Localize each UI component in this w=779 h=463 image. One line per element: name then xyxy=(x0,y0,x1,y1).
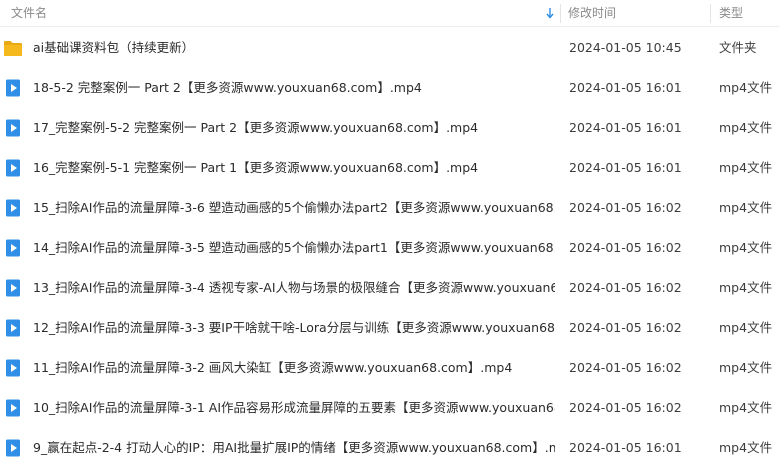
file-type: mp4文件 xyxy=(719,160,773,175)
file-row[interactable]: 13_扫除AI作品的流量屏障-3-4 透视专家-AI人物与场景的极限缝合【更多资… xyxy=(0,268,779,308)
file-date: 2024-01-05 16:02 xyxy=(569,320,682,335)
file-date: 2024-01-05 16:02 xyxy=(569,200,682,215)
play-file-icon xyxy=(6,119,20,137)
file-type: mp4文件 xyxy=(719,280,773,295)
column-separator[interactable] xyxy=(710,4,711,23)
play-file-icon xyxy=(6,199,20,217)
file-type: mp4文件 xyxy=(719,240,773,255)
file-type: mp4文件 xyxy=(719,360,773,375)
file-type: mp4文件 xyxy=(719,400,773,415)
file-type: mp4文件 xyxy=(719,120,773,135)
play-file-icon xyxy=(6,279,20,297)
play-file-icon xyxy=(6,359,20,377)
column-header: 文件名 修改时间 类型 xyxy=(0,0,779,27)
file-name: ai基础课资料包（持续更新） xyxy=(33,40,195,55)
file-date: 2024-01-05 16:01 xyxy=(569,120,682,135)
sort-descending-icon[interactable] xyxy=(546,7,554,19)
column-header-type[interactable]: 类型 xyxy=(719,0,779,26)
file-row[interactable]: 17_完整案例-5-2 完整案例一 Part 2【更多资源www.youxuan… xyxy=(0,108,779,148)
file-name: 13_扫除AI作品的流量屏障-3-4 透视专家-AI人物与场景的极限缝合【更多资… xyxy=(33,280,555,295)
file-row[interactable]: ai基础课资料包（持续更新） 2024-01-05 10:45 文件夹 xyxy=(0,28,779,68)
play-file-icon xyxy=(6,79,20,97)
file-date: 2024-01-05 16:01 xyxy=(569,80,682,95)
file-row[interactable]: 10_扫除AI作品的流量屏障-3-1 AI作品容易形成流量屏障的五要素【更多资源… xyxy=(0,388,779,428)
file-name: 10_扫除AI作品的流量屏障-3-1 AI作品容易形成流量屏障的五要素【更多资源… xyxy=(33,400,555,415)
file-row[interactable]: 16_完整案例-5-1 完整案例一 Part 1【更多资源www.youxuan… xyxy=(0,148,779,188)
file-row[interactable]: 14_扫除AI作品的流量屏障-3-5 塑造动画感的5个偷懒办法part1【更多资… xyxy=(0,228,779,268)
file-list: 文件名 修改时间 类型 ai基础课资料包（持续更新） 2024-01-05 10:… xyxy=(0,0,779,463)
file-type: mp4文件 xyxy=(719,80,773,95)
file-name: 9_赢在起点-2-4 打动人心的IP：用AI批量扩展IP的情绪【更多资源www.… xyxy=(33,440,555,455)
file-name: 17_完整案例-5-2 完整案例一 Part 2【更多资源www.youxuan… xyxy=(33,120,479,135)
file-date: 2024-01-05 16:01 xyxy=(569,160,682,175)
play-file-icon xyxy=(6,159,20,177)
file-date: 2024-01-05 16:02 xyxy=(569,240,682,255)
file-name: 12_扫除AI作品的流量屏障-3-3 要IP干啥就干啥-Lora分层与训练【更多… xyxy=(33,320,555,335)
column-header-date[interactable]: 修改时间 xyxy=(568,0,708,26)
file-name: 14_扫除AI作品的流量屏障-3-5 塑造动画感的5个偷懒办法part1【更多资… xyxy=(33,240,555,255)
file-date: 2024-01-05 10:45 xyxy=(569,40,682,55)
file-type: 文件夹 xyxy=(719,40,757,55)
file-date: 2024-01-05 16:02 xyxy=(569,280,682,295)
file-rows: ai基础课资料包（持续更新） 2024-01-05 10:45 文件夹 18-5-2 … xyxy=(0,28,779,463)
file-row[interactable]: 15_扫除AI作品的流量屏障-3-6 塑造动画感的5个偷懒办法part2【更多资… xyxy=(0,188,779,228)
file-date: 2024-01-05 16:02 xyxy=(569,400,682,415)
file-date: 2024-01-05 16:02 xyxy=(569,360,682,375)
folder-icon xyxy=(4,41,22,56)
column-header-name[interactable]: 文件名 xyxy=(11,0,559,26)
file-row[interactable]: 11_扫除AI作品的流量屏障-3-2 画风大染缸【更多资源www.youxuan… xyxy=(0,348,779,388)
file-name: 11_扫除AI作品的流量屏障-3-2 画风大染缸【更多资源www.youxuan… xyxy=(33,360,513,375)
file-name: 15_扫除AI作品的流量屏障-3-6 塑造动画感的5个偷懒办法part2【更多资… xyxy=(33,200,555,215)
file-name: 16_完整案例-5-1 完整案例一 Part 1【更多资源www.youxuan… xyxy=(33,160,479,175)
file-type: mp4文件 xyxy=(719,200,773,215)
file-row[interactable]: 18-5-2 完整案例一 Part 2【更多资源www.youxuan68.co… xyxy=(0,68,779,108)
file-row[interactable]: 12_扫除AI作品的流量屏障-3-3 要IP干啥就干啥-Lora分层与训练【更多… xyxy=(0,308,779,348)
file-date: 2024-01-05 16:01 xyxy=(569,440,682,455)
file-row[interactable]: 9_赢在起点-2-4 打动人心的IP：用AI批量扩展IP的情绪【更多资源www.… xyxy=(0,428,779,463)
play-file-icon xyxy=(6,439,20,457)
play-file-icon xyxy=(6,319,20,337)
column-separator[interactable] xyxy=(560,4,561,23)
play-file-icon xyxy=(6,399,20,417)
play-file-icon xyxy=(6,239,20,257)
file-type: mp4文件 xyxy=(719,320,773,335)
file-type: mp4文件 xyxy=(719,440,773,455)
file-name: 18-5-2 完整案例一 Part 2【更多资源www.youxuan68.co… xyxy=(33,80,422,95)
